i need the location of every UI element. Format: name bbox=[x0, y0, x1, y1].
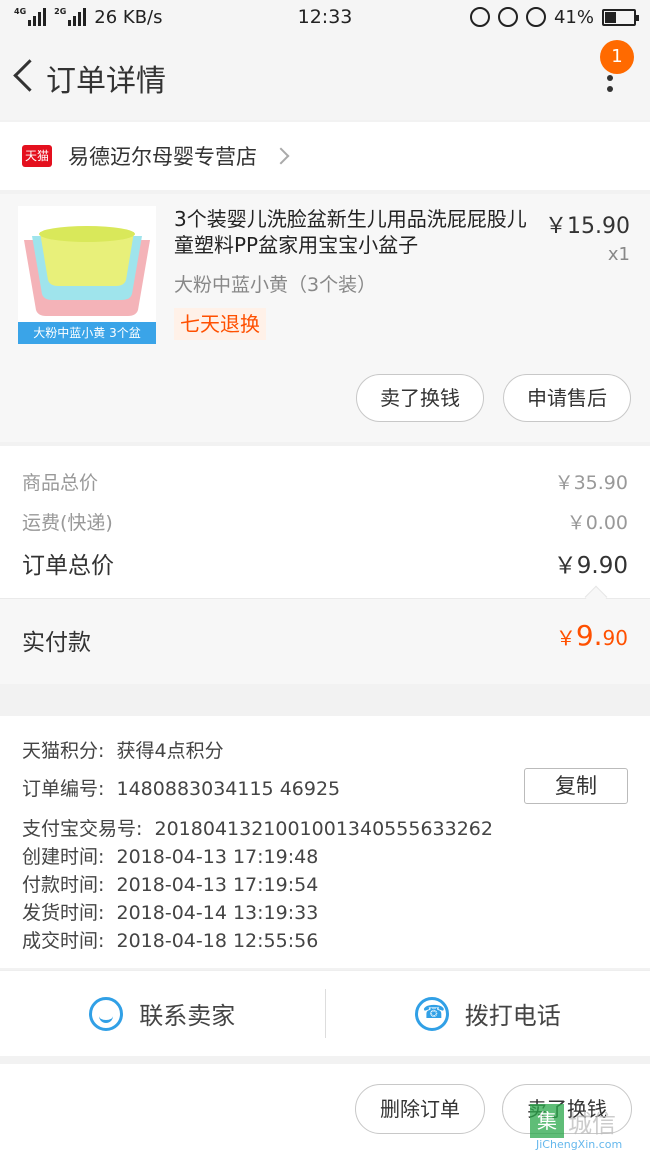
status-bar: 4G 2G 26 KB/s 12:33 41% bbox=[0, 0, 650, 34]
paid-time-value: 2018-04-13 17:19:54 bbox=[116, 874, 319, 896]
watermark-logo: 集 城信 JiChengXin.com bbox=[530, 1104, 642, 1152]
paid-decimal: 90 bbox=[602, 626, 628, 650]
shop-row[interactable]: 天猫 易德迈尔母婴专营店 bbox=[0, 122, 650, 190]
price-summary: 商品总价 ￥35.90 运费(快递) ￥0.00 订单总价 ￥9.90 实付款 … bbox=[0, 446, 650, 684]
alipay-row: 支付宝交易号: 2018041321001001340555633262 bbox=[22, 814, 493, 841]
call-button[interactable]: 拨打电话 bbox=[326, 971, 650, 1056]
rotation-lock-icon bbox=[497, 7, 518, 27]
completed-label: 成交时间: bbox=[22, 930, 105, 952]
network-speed: 26 KB/s bbox=[94, 6, 163, 28]
contact-seller-label: 联系卖家 bbox=[139, 1002, 236, 1030]
order-total-label: 订单总价 bbox=[22, 553, 114, 579]
battery-percent: 41% bbox=[553, 6, 594, 28]
paid-integer: 9. bbox=[575, 619, 603, 652]
copy-button[interactable]: 复制 bbox=[524, 768, 628, 804]
product-quantity: x1 bbox=[607, 244, 630, 265]
watermark-url: JiChengXin.com bbox=[536, 1138, 623, 1151]
alipay-value: 2018041321001001340555633262 bbox=[154, 818, 493, 840]
delete-order-button[interactable]: 删除订单 bbox=[355, 1084, 485, 1134]
contact-seller-button[interactable]: 联系卖家 bbox=[0, 971, 325, 1056]
chat-icon bbox=[89, 996, 124, 1031]
created-row: 创建时间: 2018-04-13 17:19:48 bbox=[22, 842, 318, 869]
shipping-label: 运费(快递) bbox=[22, 512, 113, 534]
watermark-text: 城信 bbox=[568, 1110, 616, 1138]
order-total-value: ￥9.90 bbox=[553, 553, 628, 579]
after-sale-button[interactable]: 申请售后 bbox=[503, 374, 631, 422]
paid-time-label: 付款时间: bbox=[22, 874, 105, 896]
page-title: 订单详情 bbox=[46, 64, 166, 99]
paid-time-row: 付款时间: 2018-04-13 17:19:54 bbox=[22, 870, 318, 897]
goods-total-row: 商品总价 ￥35.90 bbox=[22, 468, 628, 495]
shipped-label: 发货时间: bbox=[22, 902, 105, 924]
completed-row: 成交时间: 2018-04-18 12:55:56 bbox=[22, 926, 318, 953]
product-card: 大粉中蓝小黄 3个盆 3个装婴儿洗脸盆新生儿用品洗屁屁股儿童塑料PP盆家用宝宝小… bbox=[0, 194, 650, 442]
network-type: 4G bbox=[14, 7, 27, 16]
order-total-row: 订单总价 ￥9.90 bbox=[22, 546, 628, 580]
shipping-value: ￥0.00 bbox=[566, 512, 628, 534]
product-name[interactable]: 3个装婴儿洗脸盆新生儿用品洗屁屁股儿童塑料PP盆家用宝宝小盆子 bbox=[174, 206, 536, 258]
phone-icon bbox=[414, 996, 449, 1031]
alarm-icon bbox=[525, 7, 546, 27]
product-image-caption: 大粉中蓝小黄 3个盆 bbox=[18, 322, 156, 344]
tmall-icon: 天猫 bbox=[22, 145, 52, 167]
product-image[interactable]: 大粉中蓝小黄 3个盆 bbox=[18, 206, 156, 344]
call-label: 拨打电话 bbox=[464, 1002, 561, 1030]
goods-total-value: ￥35.90 bbox=[554, 472, 628, 494]
created-label: 创建时间: bbox=[22, 846, 105, 868]
goods-total-label: 商品总价 bbox=[22, 472, 99, 494]
app-header: 订单详情 1 bbox=[0, 34, 650, 120]
shipping-row: 运费(快递) ￥0.00 bbox=[22, 508, 628, 535]
notification-badge: 1 bbox=[600, 40, 634, 74]
paid-row: 实付款 ￥9.90 bbox=[0, 598, 650, 684]
order-info: 天猫积分: 获得4点积分 订单编号: 1480883034115 46925 复… bbox=[0, 716, 650, 968]
product-sku: 大粉中蓝小黄（3个装） bbox=[174, 274, 377, 296]
signal-icon: 4G bbox=[14, 7, 47, 26]
points-row: 天猫积分: 获得4点积分 bbox=[22, 736, 224, 763]
points-value: 获得4点积分 bbox=[116, 740, 224, 762]
contact-bar: 联系卖家 拨打电话 bbox=[0, 970, 650, 1056]
battery-icon bbox=[602, 8, 639, 26]
order-number-row: 订单编号: 1480883034115 46925 bbox=[22, 774, 340, 801]
points-label: 天猫积分: bbox=[22, 740, 105, 762]
signal-icon-2: 2G bbox=[54, 7, 87, 26]
product-price: ￥15.90 bbox=[545, 214, 630, 239]
shipped-row: 发货时间: 2018-04-14 13:19:33 bbox=[22, 898, 318, 925]
shipped-value: 2018-04-14 13:19:33 bbox=[116, 902, 319, 924]
chevron-right-icon bbox=[272, 147, 290, 165]
alipay-label: 支付宝交易号: bbox=[22, 818, 143, 840]
paid-currency: ￥ bbox=[555, 626, 576, 650]
sell-for-cash-button[interactable]: 卖了换钱 bbox=[356, 374, 484, 422]
paid-label: 实付款 bbox=[22, 630, 91, 656]
shop-name: 易德迈尔母婴专营店 bbox=[68, 145, 257, 169]
order-number-value: 1480883034115 46925 bbox=[116, 778, 341, 800]
order-number-label: 订单编号: bbox=[22, 778, 105, 800]
completed-value: 2018-04-18 12:55:56 bbox=[116, 930, 319, 952]
bottom-action-bar: 删除订单 卖了换钱 集 城信 JiChengXin.com bbox=[0, 1064, 650, 1155]
network-type-2: 2G bbox=[54, 7, 67, 16]
paid-value: ￥9.90 bbox=[556, 619, 628, 652]
back-button[interactable] bbox=[10, 56, 40, 96]
mute-icon bbox=[469, 7, 490, 27]
clock: 12:33 bbox=[297, 6, 353, 28]
return-policy-tag: 七天退换 bbox=[174, 308, 266, 340]
created-value: 2018-04-13 17:19:48 bbox=[116, 846, 319, 868]
watermark-box: 集 bbox=[530, 1104, 564, 1138]
